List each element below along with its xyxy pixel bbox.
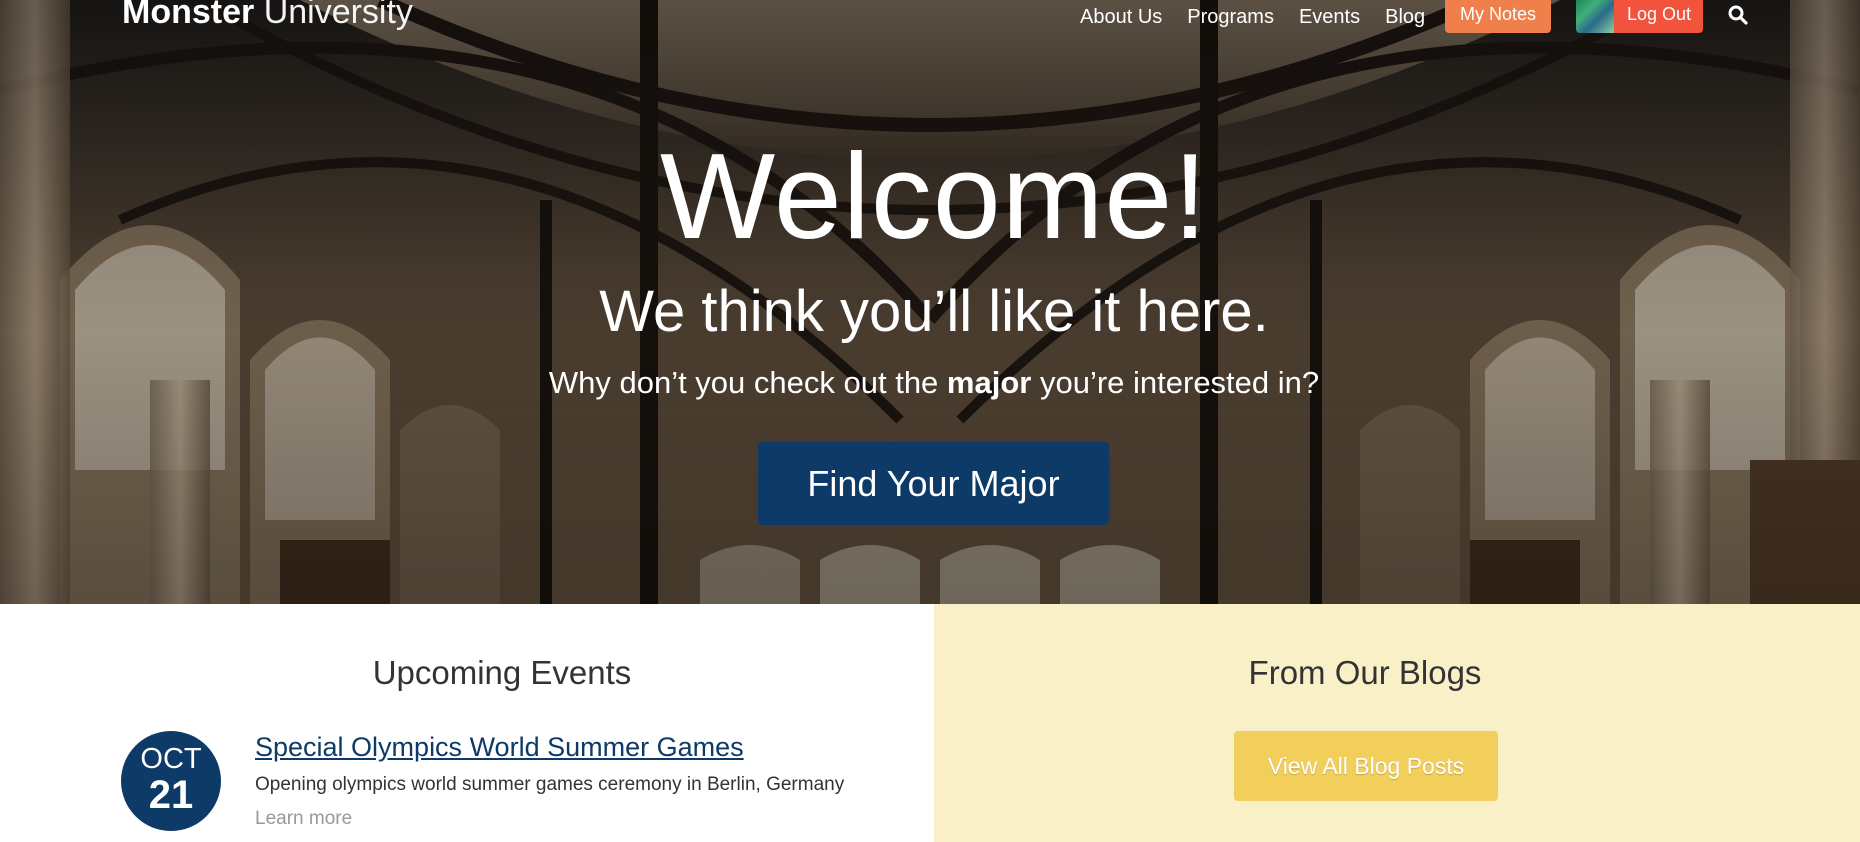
- upcoming-events-section: Upcoming Events OCT 21 Special Olympics …: [0, 604, 934, 842]
- find-your-major-button[interactable]: Find Your Major: [758, 442, 1109, 525]
- hero-prompt-after: you’re interested in?: [1039, 365, 1320, 400]
- event-title-link[interactable]: Special Olympics World Summer Games: [255, 732, 744, 763]
- blogs-heading: From Our Blogs: [1248, 654, 1482, 691]
- logout-label: Log Out: [1627, 4, 1692, 24]
- user-avatar: [1576, 0, 1614, 33]
- event-month: OCT: [140, 743, 202, 775]
- hero-tagline: We think you’ll like it here.: [599, 279, 1269, 344]
- nav-link-events[interactable]: Events: [1299, 6, 1360, 29]
- view-all-blog-posts-button[interactable]: View All Blog Posts: [1234, 731, 1498, 801]
- search-icon[interactable]: [1728, 5, 1748, 25]
- logo-brand-bold: Monster: [122, 0, 255, 31]
- nav-link-about-us[interactable]: About Us: [1080, 6, 1162, 29]
- event-date-badge: OCT 21: [121, 731, 221, 831]
- nav-link-blog[interactable]: Blog: [1385, 6, 1425, 29]
- main-nav: About Us Programs Events Blog: [1080, 0, 1450, 34]
- logout-button[interactable]: Log Out: [1576, 0, 1703, 33]
- event-description: Opening olympics world summer games cere…: [255, 774, 845, 795]
- site-logo[interactable]: Monster University: [122, 0, 413, 33]
- nav-link-programs[interactable]: Programs: [1187, 6, 1274, 29]
- event-learn-more-link[interactable]: Learn more: [255, 808, 352, 830]
- event-day: 21: [148, 773, 194, 817]
- hero-section: Monster University About Us Programs Eve…: [0, 0, 1860, 604]
- logo-brand-light: University: [263, 0, 413, 31]
- hero-prompt-bold: major: [946, 365, 1032, 400]
- my-notes-button[interactable]: My Notes: [1445, 0, 1551, 33]
- hero-prompt-before: Why don’t you check out the: [548, 365, 939, 400]
- events-heading: Upcoming Events: [372, 654, 632, 691]
- hero-heading: Welcome!: [659, 128, 1209, 264]
- hero-prompt: Why don’t you check out the major you’re…: [0, 367, 1860, 398]
- blogs-section: From Our Blogs View All Blog Posts: [934, 604, 1860, 842]
